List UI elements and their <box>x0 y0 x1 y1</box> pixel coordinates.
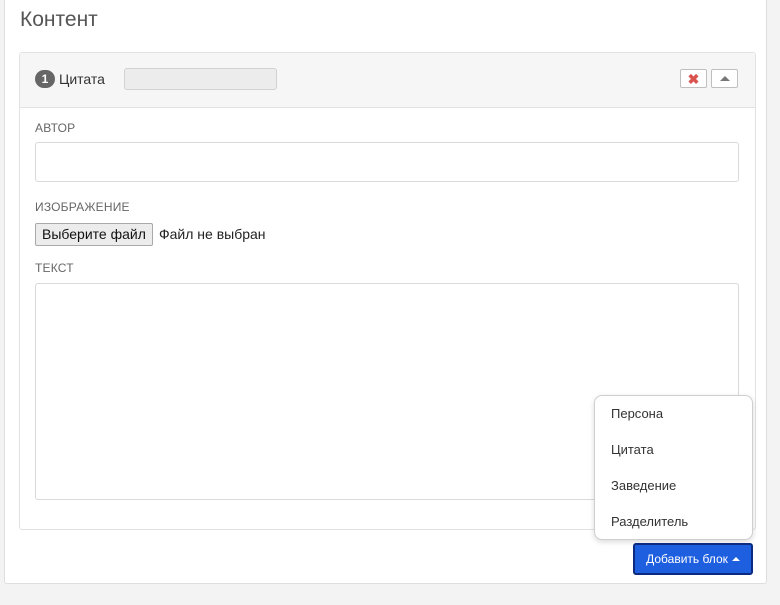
dropdown-item-venue[interactable]: Заведение <box>611 478 676 493</box>
image-label: ИЗОБРАЖЕНИЕ <box>35 200 130 214</box>
add-block-label: Добавить блок <box>646 552 728 566</box>
add-block-button[interactable]: Добавить блок <box>633 543 753 575</box>
panel-title: Контент <box>20 8 98 31</box>
block-header[interactable]: 1 Цитата ✖ <box>20 53 755 108</box>
dropdown-item-persona[interactable]: Персона <box>611 406 663 421</box>
choose-file-button[interactable]: Выберите файл <box>35 223 153 246</box>
triangle-up-icon <box>719 76 730 81</box>
remove-block-button[interactable]: ✖ <box>680 69 707 88</box>
collapse-block-button[interactable] <box>711 69 738 88</box>
block-number-badge: 1 <box>35 70 55 88</box>
text-label: ТЕКСТ <box>35 261 74 275</box>
caret-up-icon <box>731 557 740 561</box>
close-icon: ✖ <box>687 70 700 87</box>
dropdown-item-quote[interactable]: Цитата <box>611 442 654 457</box>
block-type-label: Цитата <box>59 71 105 87</box>
file-status-text: Файл не выбран <box>159 226 266 242</box>
block-title-input[interactable] <box>124 68 277 90</box>
author-input[interactable] <box>35 142 739 182</box>
add-block-dropdown: Персона Цитата Заведение Разделитель <box>594 395 753 540</box>
dropdown-item-divider[interactable]: Разделитель <box>611 514 688 529</box>
author-label: АВТОР <box>35 121 76 135</box>
